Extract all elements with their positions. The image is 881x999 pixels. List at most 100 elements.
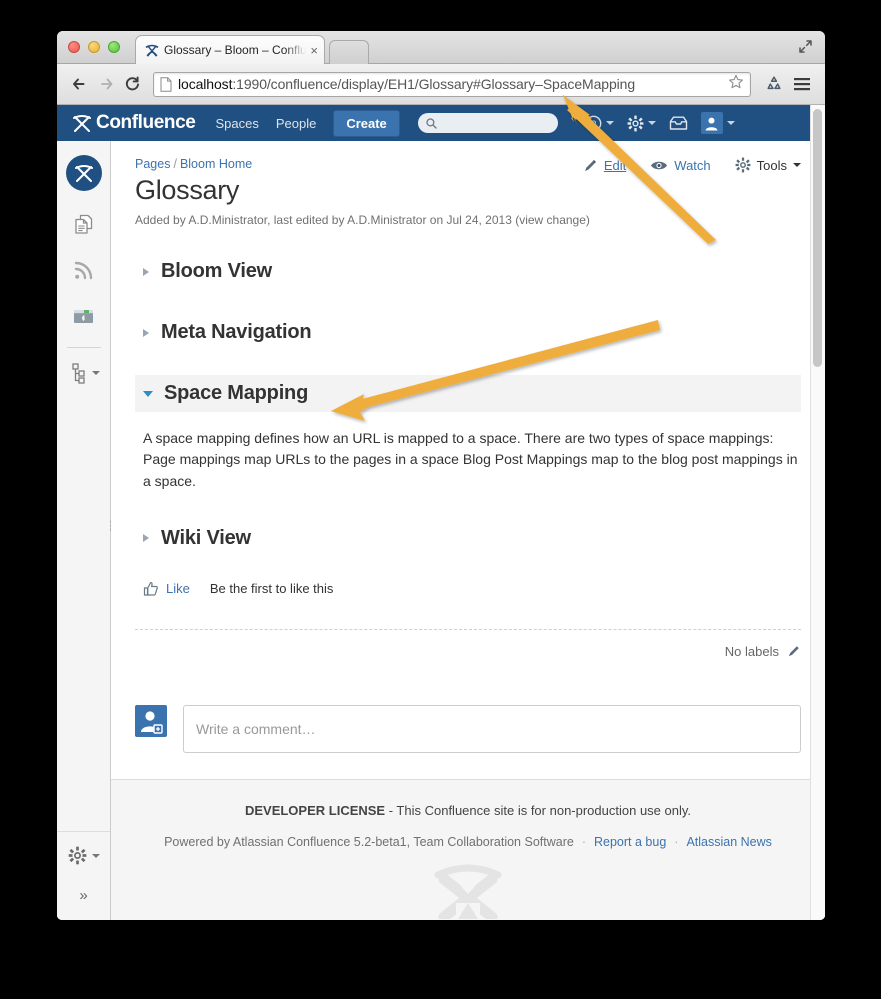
sidebar-item-space-content[interactable] — [67, 303, 101, 329]
nav-people[interactable]: People — [276, 116, 316, 131]
report-a-bug-link[interactable]: Report a bug — [594, 835, 666, 849]
section-bloom-view[interactable]: Bloom View — [135, 253, 801, 290]
tab-close-icon[interactable]: × — [310, 43, 318, 58]
inbox-tray-icon — [669, 116, 688, 131]
new-tab-button[interactable] — [329, 40, 369, 64]
browser-tab-title: Glossary – Bloom – Conflu — [164, 43, 306, 57]
bookmark-star-icon[interactable] — [728, 74, 744, 95]
watch-button[interactable]: Watch — [650, 158, 710, 173]
chevron-down-icon — [92, 854, 100, 858]
chevron-down-icon — [793, 163, 801, 167]
sidebar-space-settings[interactable] — [68, 846, 100, 865]
powered-by-text: Powered by Atlassian Confluence 5.2-beta… — [164, 835, 574, 849]
help-menu[interactable]: ? — [585, 115, 614, 132]
thumbs-up-icon[interactable] — [143, 581, 159, 597]
menu-hamburger-icon[interactable] — [789, 71, 815, 97]
comment-row: Write a comment… — [135, 705, 801, 753]
breadcrumb-pages[interactable]: Pages — [135, 157, 170, 171]
gear-icon — [735, 157, 751, 173]
chevron-down-icon — [727, 121, 735, 125]
forward-button[interactable] — [93, 71, 119, 97]
atlassian-news-link[interactable]: Atlassian News — [686, 835, 771, 849]
breadcrumb-separator: / — [173, 157, 176, 171]
url-host: localhost — [178, 76, 232, 92]
confluence-logo-text: Confluence — [96, 112, 195, 134]
search-input[interactable] — [441, 117, 550, 129]
confluence-footer: DEVELOPER LICENSE - This Confluence site… — [111, 779, 825, 920]
help-icon: ? — [585, 115, 602, 132]
window-close-button[interactable] — [68, 41, 80, 53]
sync-recycle-icon[interactable] — [761, 71, 787, 97]
labels-text: No labels — [725, 644, 779, 659]
gear-icon — [627, 115, 644, 132]
user-menu[interactable] — [701, 112, 735, 134]
watch-label: Watch — [674, 158, 710, 173]
section-title: Meta Navigation — [161, 321, 311, 344]
confluence-favicon — [145, 43, 159, 57]
user-icon — [704, 116, 719, 131]
edit-button[interactable]: Edit — [583, 158, 626, 173]
section-wiki-view[interactable]: Wiki View — [135, 520, 801, 557]
page-metadata: Added by A.D.Ministrator, last edited by… — [135, 213, 801, 227]
pages-icon — [73, 213, 95, 236]
chevron-right-icon[interactable] — [143, 329, 149, 337]
settings-menu[interactable] — [627, 115, 656, 132]
chevron-down-icon — [606, 121, 614, 125]
section-space-mapping[interactable]: Space Mapping — [135, 375, 801, 412]
browser-tab[interactable]: Glossary – Bloom – Conflu × — [135, 35, 325, 64]
create-button[interactable]: Create — [333, 110, 399, 137]
confluence-logo[interactable]: Confluence — [71, 112, 195, 134]
tools-menu[interactable]: Tools — [735, 157, 801, 173]
notifications-inbox[interactable] — [669, 116, 688, 131]
anonymous-user-icon — [138, 708, 164, 734]
space-logo[interactable] — [66, 155, 102, 191]
chevron-right-icon[interactable] — [143, 534, 149, 542]
sidebar-expand-button[interactable]: » — [79, 887, 87, 904]
space-sidebar: ••• — [57, 141, 111, 920]
page-content: Bloom View Meta Navigation Space Mapping… — [111, 253, 825, 597]
window-zoom-button[interactable] — [108, 41, 120, 53]
window-minimize-button[interactable] — [88, 41, 100, 53]
pencil-icon — [583, 158, 598, 173]
like-row: Like Be the first to like this — [143, 581, 801, 597]
confluence-header: Confluence Spaces People Create ? — [57, 105, 825, 141]
comment-input[interactable]: Write a comment… — [183, 705, 801, 753]
sidebar-item-page-tree[interactable] — [68, 362, 100, 384]
page-title: Glossary — [135, 175, 801, 206]
license-text: - This Confluence site is for non-produc… — [385, 803, 691, 818]
page-content-column: Pages/ Bloom Home Glossary Added by A.D.M… — [111, 141, 825, 920]
license-label: DEVELOPER LICENSE — [245, 803, 385, 818]
nav-spaces[interactable]: Spaces — [215, 116, 258, 131]
space-content-icon — [72, 306, 95, 326]
svg-text:?: ? — [591, 119, 597, 130]
browser-toolbar: localhost:1990/confluence/display/EH1/Gl… — [57, 64, 825, 105]
footer-dot: · — [582, 835, 586, 849]
chevron-right-icon[interactable] — [143, 268, 149, 276]
fullscreen-icon[interactable] — [798, 39, 813, 59]
comment-avatar — [135, 705, 167, 737]
breadcrumb-bloom-home[interactable]: Bloom Home — [180, 157, 252, 171]
page-header-area: Pages/ Bloom Home Glossary Added by A.D.M… — [111, 141, 825, 227]
like-button[interactable]: Like — [166, 581, 190, 596]
address-bar[interactable]: localhost:1990/confluence/display/EH1/Gl… — [153, 72, 751, 97]
sidebar-item-pages[interactable] — [67, 211, 101, 237]
sidebar-item-rss-feed[interactable] — [67, 257, 101, 283]
chevron-down-icon[interactable] — [143, 391, 153, 397]
reload-button[interactable] — [119, 71, 145, 97]
confluence-watermark — [111, 863, 825, 919]
page-scrollbar-thumb[interactable] — [813, 109, 822, 367]
header-search-box[interactable] — [418, 113, 558, 133]
section-meta-navigation[interactable]: Meta Navigation — [135, 314, 801, 351]
section-title: Bloom View — [161, 260, 272, 283]
avatar[interactable] — [701, 112, 723, 134]
page-tree-icon — [68, 362, 87, 384]
labels-row: No labels — [135, 644, 801, 659]
page-scrollbar-track[interactable] — [810, 105, 825, 920]
labels-divider — [135, 629, 801, 630]
section-space-mapping-body: A space mapping defines how an URL is ma… — [143, 428, 798, 492]
confluence-app: Confluence Spaces People Create ? — [57, 105, 825, 920]
gear-icon — [68, 846, 87, 865]
search-icon — [426, 118, 437, 129]
back-button[interactable] — [67, 71, 93, 97]
edit-labels-pencil-icon[interactable] — [787, 644, 801, 658]
